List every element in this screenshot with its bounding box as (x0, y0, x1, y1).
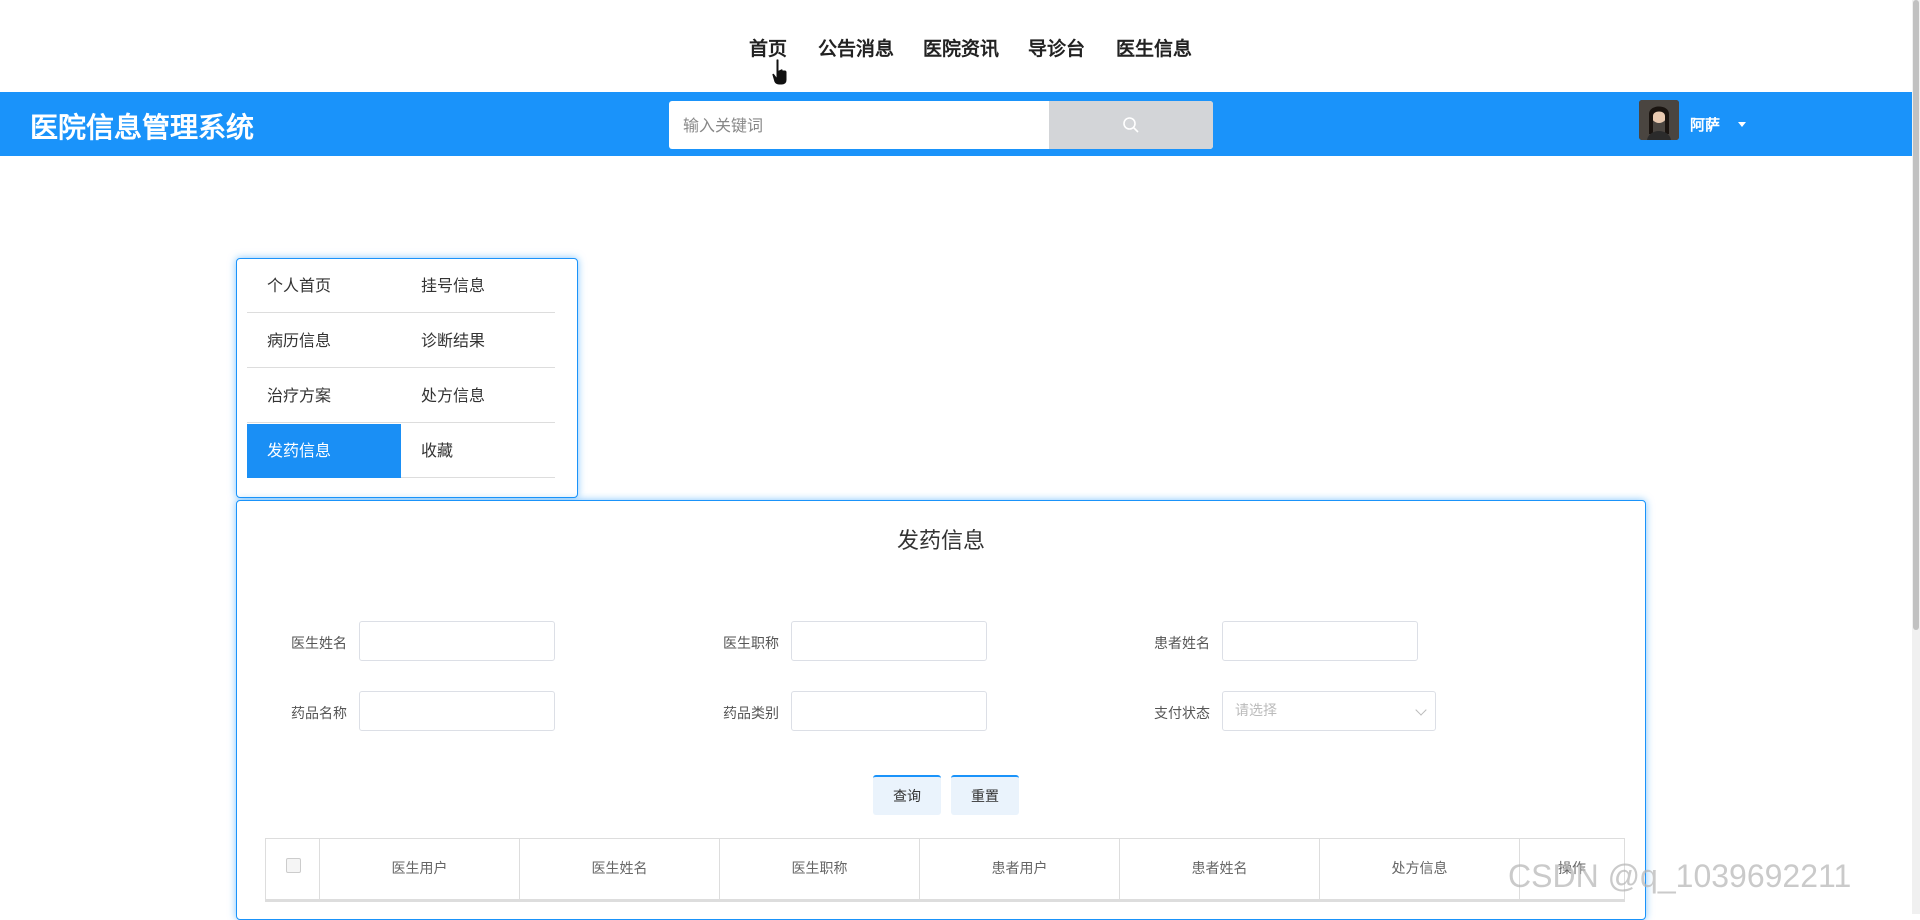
column-header: 患者用户 (920, 839, 1120, 900)
drug-name-label: 药品名称 (291, 706, 347, 722)
nav-item-announcements[interactable]: 公告消息 (818, 34, 894, 61)
nav-item-hospital-news[interactable]: 医院资讯 (923, 34, 999, 61)
column-header: 医生姓名 (520, 839, 720, 900)
site-logo[interactable]: 医院信息管理系统 (30, 106, 254, 146)
select-all-checkbox[interactable] (286, 858, 301, 873)
user-center-menu: 个人首页 挂号信息 病历信息 诊断结果 治疗方案 处方信息 发药信息 收藏 (236, 258, 578, 498)
top-nav: 首页 公告消息 医院资讯 导诊台 医生信息 (0, 0, 1920, 92)
column-header: 医生职称 (720, 839, 920, 900)
menu-item-prescription[interactable]: 处方信息 (401, 369, 555, 423)
watermark: CSDN @q_1039692211 (1508, 858, 1852, 894)
search-input[interactable] (669, 101, 1049, 149)
drug-category-label: 药品类别 (723, 706, 779, 722)
doctor-title-label: 医生职称 (723, 636, 779, 652)
menu-item-favorites[interactable]: 收藏 (401, 424, 555, 478)
column-header: 患者姓名 (1120, 839, 1320, 900)
payment-status-label: 支付状态 (1154, 706, 1210, 722)
username[interactable]: 阿萨 (1690, 114, 1720, 135)
menu-item-treatment[interactable]: 治疗方案 (247, 369, 401, 423)
drug-category-input[interactable] (791, 691, 987, 731)
dispensing-panel: 发药信息 医生姓名 医生职称 患者姓名 药品名称 药品类别 支付状态 请选择 查… (236, 500, 1646, 920)
nav-item-home[interactable]: 首页 (749, 34, 787, 61)
payment-status-select[interactable]: 请选择 (1222, 691, 1436, 731)
menu-item-personal-home[interactable]: 个人首页 (247, 259, 401, 313)
query-button[interactable]: 查询 (873, 775, 941, 815)
scrollbar-thumb[interactable] (1913, 0, 1919, 630)
nav-item-triage[interactable]: 导诊台 (1028, 34, 1085, 61)
menu-item-medical-records[interactable]: 病历信息 (247, 314, 401, 368)
search-icon (1123, 117, 1139, 133)
payment-status-placeholder: 请选择 (1235, 703, 1277, 719)
header-bar: 医院信息管理系统 阿萨 (0, 92, 1912, 156)
avatar[interactable] (1639, 100, 1679, 140)
reset-button[interactable]: 重置 (951, 775, 1019, 815)
select-all-cell (266, 839, 320, 900)
patient-name-input[interactable] (1222, 621, 1418, 661)
menu-item-registration[interactable]: 挂号信息 (401, 259, 555, 313)
drug-name-input[interactable] (359, 691, 555, 731)
column-header: 医生用户 (320, 839, 520, 900)
doctor-name-label: 医生姓名 (291, 636, 347, 652)
doctor-name-input[interactable] (359, 621, 555, 661)
doctor-title-input[interactable] (791, 621, 987, 661)
nav-item-doctor-info[interactable]: 医生信息 (1116, 34, 1192, 61)
hand-cursor-icon (771, 58, 788, 86)
dispensing-table: 医生用户 医生姓名 医生职称 患者用户 患者姓名 处方信息 操作 (265, 838, 1625, 902)
avatar-image (1639, 100, 1679, 140)
search-box (669, 101, 1213, 149)
menu-item-diagnosis[interactable]: 诊断结果 (401, 314, 555, 368)
patient-name-label: 患者姓名 (1154, 636, 1210, 652)
caret-down-icon[interactable] (1738, 122, 1746, 127)
menu-item-dispensing[interactable]: 发药信息 (247, 424, 401, 478)
page-title: 发药信息 (896, 529, 985, 554)
chevron-down-icon (1415, 704, 1427, 716)
search-button[interactable] (1049, 101, 1213, 149)
column-header: 处方信息 (1320, 839, 1520, 900)
